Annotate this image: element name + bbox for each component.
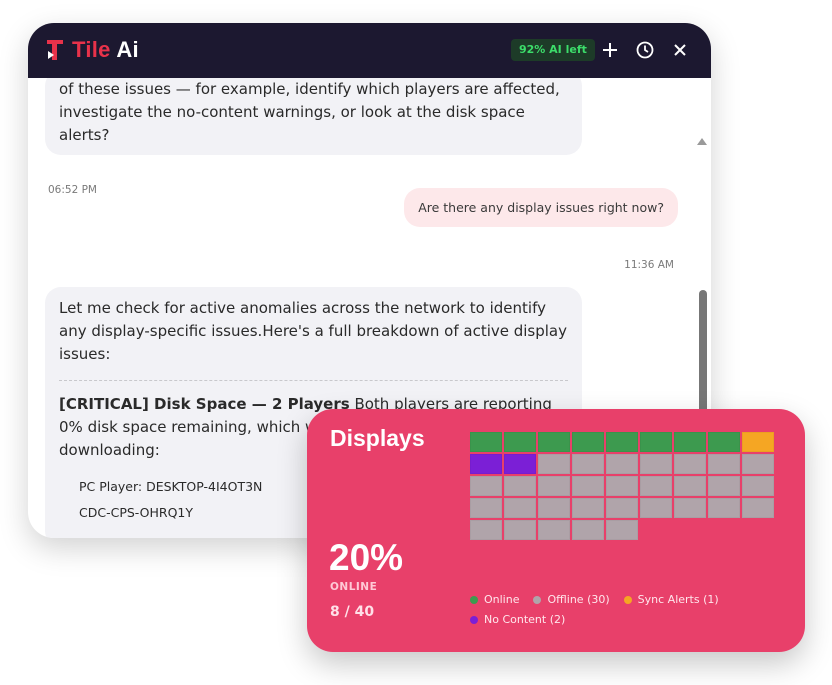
display-tile-offline[interactable]	[504, 498, 536, 518]
display-tile-online[interactable]	[606, 432, 638, 452]
display-tile-nocontent[interactable]	[504, 454, 536, 474]
display-tile-offline[interactable]	[674, 454, 706, 474]
app-logo: Tile Ai	[44, 37, 139, 63]
issue-title: [CRITICAL] Disk Space — 2 Players	[59, 395, 350, 413]
online-label: ONLINE	[330, 581, 378, 593]
display-tile-offline[interactable]	[504, 520, 536, 540]
display-tile-offline[interactable]	[742, 498, 774, 518]
display-tile-online[interactable]	[674, 432, 706, 452]
history-button[interactable]	[634, 39, 656, 61]
display-tile-offline[interactable]	[470, 520, 502, 540]
user-message: Are there any display issues right now?	[404, 188, 678, 227]
display-tile-offline[interactable]	[606, 454, 638, 474]
legend-label: Offline (30)	[547, 593, 610, 606]
display-tile-offline[interactable]	[470, 498, 502, 518]
ai-message: of these issues — for example, identify …	[45, 78, 582, 155]
legend-online: Online	[470, 593, 519, 606]
display-tile-offline[interactable]	[538, 454, 570, 474]
app-name-part1: Tile	[72, 37, 111, 62]
display-tile-offline[interactable]	[538, 498, 570, 518]
display-tile-offline[interactable]	[742, 454, 774, 474]
legend-label: Sync Alerts (1)	[637, 593, 719, 606]
display-tile-offline[interactable]	[708, 454, 740, 474]
online-percent: 20%	[329, 537, 404, 578]
display-tile-offline[interactable]	[708, 476, 740, 496]
display-tile-offline[interactable]	[606, 520, 638, 540]
message-divider	[59, 380, 568, 381]
plus-icon	[603, 43, 617, 57]
clock-icon	[636, 41, 654, 59]
app-name-part2: Ai	[116, 37, 139, 62]
display-tile-offline[interactable]	[572, 520, 604, 540]
display-tile-offline[interactable]	[640, 454, 672, 474]
display-tile-offline[interactable]	[504, 476, 536, 496]
display-tile-offline[interactable]	[572, 454, 604, 474]
display-tile-offline[interactable]	[640, 498, 672, 518]
scroll-up-arrow[interactable]	[697, 138, 707, 145]
display-tile-offline[interactable]	[606, 498, 638, 518]
display-tile-offline[interactable]	[674, 476, 706, 496]
online-count: 8 / 40	[330, 604, 375, 620]
display-tile-offline[interactable]	[708, 498, 740, 518]
display-tile-online[interactable]	[640, 432, 672, 452]
display-tile-offline[interactable]	[674, 498, 706, 518]
close-button[interactable]	[669, 39, 691, 61]
logo-icon	[47, 40, 63, 60]
display-tile-offline[interactable]	[572, 476, 604, 496]
display-tile-online[interactable]	[538, 432, 570, 452]
sync-dot-icon	[623, 595, 632, 604]
app-name: Tile Ai	[72, 37, 139, 63]
display-tile-online[interactable]	[504, 432, 536, 452]
display-tile-online[interactable]	[470, 432, 502, 452]
display-tile-offline[interactable]	[538, 476, 570, 496]
display-tile-online[interactable]	[572, 432, 604, 452]
legend-sync-alerts: Sync Alerts (1)	[623, 593, 719, 606]
display-tile-offline[interactable]	[470, 476, 502, 496]
online-dot-icon	[470, 595, 478, 604]
title-bar: Tile Ai 92% AI left	[28, 23, 711, 78]
display-tile-grid	[470, 432, 780, 540]
new-chat-button[interactable]	[599, 39, 621, 61]
message-time: 11:36 AM	[624, 259, 674, 271]
display-tile-nocontent[interactable]	[470, 454, 502, 474]
display-tile-offline[interactable]	[606, 476, 638, 496]
display-tile-offline[interactable]	[742, 476, 774, 496]
close-icon	[674, 44, 686, 56]
legend-no-content: No Content (2)	[470, 613, 565, 626]
ai-message-intro: Let me check for active anomalies across…	[59, 299, 568, 363]
display-tile-offline[interactable]	[572, 498, 604, 518]
ai-credits-badge: 92% AI left	[511, 39, 595, 61]
display-tile-sync[interactable]	[742, 432, 774, 452]
message-time: 06:52 PM	[48, 184, 97, 196]
legend-label: No Content (2)	[484, 613, 566, 626]
card-title: Displays	[330, 425, 425, 451]
legend-offline: Offline (30)	[533, 593, 610, 606]
legend-label: Online	[484, 593, 520, 606]
displays-card: Displays 20% ONLINE 8 / 40 Online Offlin…	[307, 409, 805, 652]
offline-dot-icon	[533, 595, 542, 604]
display-tile-offline[interactable]	[640, 476, 672, 496]
legend: Online Offline (30) Sync Alerts (1) No C…	[470, 593, 719, 633]
display-tile-offline[interactable]	[538, 520, 570, 540]
display-tile-online[interactable]	[708, 432, 740, 452]
ai-message-text: of these issues — for example, identify …	[59, 80, 560, 144]
nocontent-dot-icon	[470, 615, 478, 624]
